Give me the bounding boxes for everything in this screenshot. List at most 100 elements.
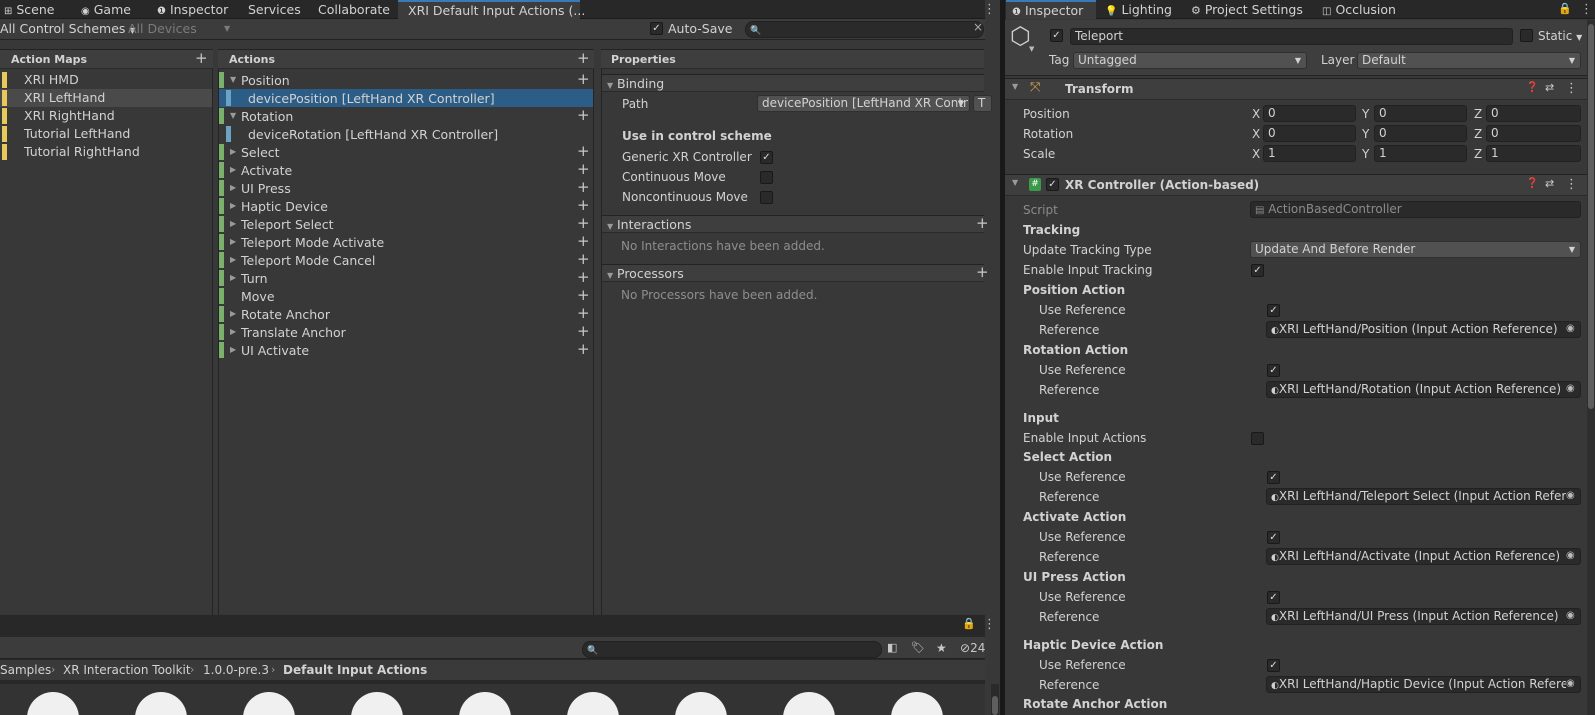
breadcrumb-item[interactable]: XR Interaction Toolkit: [63, 663, 191, 677]
breadcrumb-item[interactable]: 1.0.0-pre.3: [203, 663, 269, 677]
asset-thumbnail[interactable]: [27, 692, 79, 715]
reference-object-field[interactable]: ◐XRI LeftHand/Position (Input Action Ref…: [1266, 321, 1581, 338]
asset-thumbnail[interactable]: [459, 692, 511, 715]
z-field[interactable]: 1: [1486, 145, 1581, 162]
action-map-item[interactable]: XRI HMD: [0, 71, 212, 89]
more-icon[interactable]: ⋮: [983, 2, 996, 17]
tab-services[interactable]: Services: [244, 0, 308, 19]
close-search-icon[interactable]: ×: [973, 20, 983, 34]
expand-triangle-icon[interactable]: ▶: [230, 219, 236, 228]
expand-triangle-icon[interactable]: ▶: [230, 255, 236, 264]
asset-thumbnail[interactable]: [675, 692, 727, 715]
add-binding-icon[interactable]: +: [577, 162, 590, 177]
preset-icon[interactable]: ⇄: [1545, 81, 1554, 94]
add-binding-icon[interactable]: +: [577, 144, 590, 159]
expand-triangle-icon[interactable]: ▶: [230, 345, 236, 354]
chevron-down-icon[interactable]: ▼: [1029, 45, 1034, 53]
more-icon[interactable]: ⋮: [1565, 81, 1578, 96]
add-binding-icon[interactable]: +: [577, 306, 590, 321]
add-binding-icon[interactable]: +: [577, 72, 590, 87]
x-field[interactable]: 0: [1263, 105, 1356, 122]
y-field[interactable]: 0: [1374, 105, 1467, 122]
filter-type-icon[interactable]: ◧: [887, 641, 897, 654]
add-action-icon[interactable]: +: [577, 51, 590, 66]
expand-triangle-icon[interactable]: ▼: [230, 75, 236, 84]
object-picker-icon[interactable]: ◉: [1566, 610, 1575, 621]
project-scrollbar[interactable]: [991, 684, 999, 715]
expand-triangle-icon[interactable]: ▼: [1012, 178, 1018, 187]
binding-path-dropdown[interactable]: devicePosition [LeftHand XR Contr ▼: [757, 95, 970, 112]
object-picker-icon[interactable]: ◉: [1566, 323, 1575, 334]
object-picker-icon[interactable]: ◉: [1566, 490, 1575, 501]
expand-triangle-icon[interactable]: ▶: [230, 273, 236, 282]
path-text-mode-button[interactable]: T: [973, 95, 992, 112]
action-item[interactable]: [219, 287, 593, 305]
reference-object-field[interactable]: ◐XRI LeftHand/Rotation (Input Action Ref…: [1266, 381, 1581, 398]
panel-divider[interactable]: [1000, 0, 1005, 715]
reference-object-field[interactable]: ◐XRI LeftHand/Teleport Select (Input Act…: [1266, 488, 1581, 505]
use-reference-checkbox[interactable]: ✓: [1267, 531, 1280, 544]
scheme-checkbox[interactable]: ✓: [760, 151, 773, 164]
use-reference-checkbox[interactable]: ✓: [1267, 591, 1280, 604]
tab-occlusion[interactable]: ◫ Occlusion: [1318, 0, 1402, 19]
reference-object-field[interactable]: ◐XRI LeftHand/Haptic Device (Input Actio…: [1266, 676, 1581, 693]
tab-collaborate[interactable]: Collaborate: [314, 0, 394, 19]
label-tag-icon[interactable]: 🏷: [911, 641, 925, 654]
devices-dropdown[interactable]: All Devices ▼: [128, 20, 236, 38]
x-field[interactable]: 0: [1263, 125, 1356, 142]
z-field[interactable]: 0: [1486, 125, 1581, 142]
add-processor-icon[interactable]: +: [976, 265, 989, 280]
add-binding-icon[interactable]: +: [577, 342, 590, 357]
object-picker-icon[interactable]: ◉: [1566, 383, 1575, 394]
action-map-item[interactable]: Tutorial RightHand: [0, 143, 212, 161]
expand-triangle-icon[interactable]: ▼: [230, 111, 236, 120]
control-schemes-dropdown[interactable]: All Control Schemes ▼: [0, 20, 136, 38]
add-binding-icon[interactable]: +: [577, 252, 590, 267]
expand-triangle-icon[interactable]: ▶: [230, 237, 236, 246]
expand-triangle-icon[interactable]: ▼: [1012, 82, 1018, 91]
asset-thumbnail[interactable]: [351, 692, 403, 715]
asset-thumbnail[interactable]: [135, 692, 187, 715]
add-binding-icon[interactable]: +: [577, 108, 590, 123]
favorite-star-icon[interactable]: ★: [936, 641, 947, 655]
asset-thumbnail[interactable]: [243, 692, 295, 715]
use-reference-checkbox[interactable]: ✓: [1267, 659, 1280, 672]
more-icon[interactable]: ⋮: [983, 617, 996, 632]
asset-thumbnail[interactable]: [891, 692, 943, 715]
asset-thumbnail[interactable]: [783, 692, 835, 715]
add-binding-icon[interactable]: +: [577, 270, 590, 285]
reference-object-field[interactable]: ◐XRI LeftHand/Activate (Input Action Ref…: [1266, 548, 1581, 565]
add-action-map-icon[interactable]: +: [195, 51, 208, 66]
tab-input-actions[interactable]: XRI Default Input Actions (...: [398, 0, 585, 19]
expand-triangle-icon[interactable]: ▶: [230, 147, 236, 156]
asset-thumbnail[interactable]: [567, 692, 619, 715]
y-field[interactable]: 1: [1374, 145, 1467, 162]
add-binding-icon[interactable]: +: [577, 234, 590, 249]
add-binding-icon[interactable]: +: [577, 288, 590, 303]
more-icon[interactable]: ⋮: [1580, 2, 1593, 17]
use-reference-checkbox[interactable]: ✓: [1267, 304, 1280, 317]
z-field[interactable]: 0: [1486, 105, 1581, 122]
reference-object-field[interactable]: ◐XRI LeftHand/UI Press (Input Action Ref…: [1266, 608, 1581, 625]
breadcrumb-item[interactable]: Samples: [0, 663, 51, 677]
lock-icon[interactable]: 🔒: [1558, 2, 1572, 15]
object-picker-icon[interactable]: ◉: [1566, 550, 1575, 561]
tab-scene[interactable]: ⊞ Scene: [0, 0, 68, 19]
action-map-item[interactable]: XRI LeftHand: [0, 89, 212, 107]
add-binding-icon[interactable]: +: [577, 180, 590, 195]
scheme-checkbox[interactable]: [760, 171, 773, 184]
add-binding-icon[interactable]: +: [577, 324, 590, 339]
lock-icon[interactable]: 🔒: [962, 617, 976, 630]
object-picker-icon[interactable]: ◉: [1566, 678, 1575, 689]
add-interaction-icon[interactable]: +: [976, 216, 989, 231]
static-checkbox[interactable]: [1520, 29, 1533, 42]
scheme-checkbox[interactable]: [760, 191, 773, 204]
hidden-packages-toggle[interactable]: ⊘24: [960, 641, 985, 655]
use-reference-checkbox[interactable]: ✓: [1267, 471, 1280, 484]
tab-game[interactable]: ◉ Game: [77, 0, 147, 19]
enable-tracking-checkbox[interactable]: ✓: [1251, 264, 1264, 277]
object-name-input[interactable]: Teleport: [1070, 28, 1513, 45]
add-binding-icon[interactable]: +: [577, 216, 590, 231]
help-icon[interactable]: ❓: [1526, 82, 1538, 93]
tab-inspector[interactable]: ❶ Inspector: [1006, 0, 1096, 19]
